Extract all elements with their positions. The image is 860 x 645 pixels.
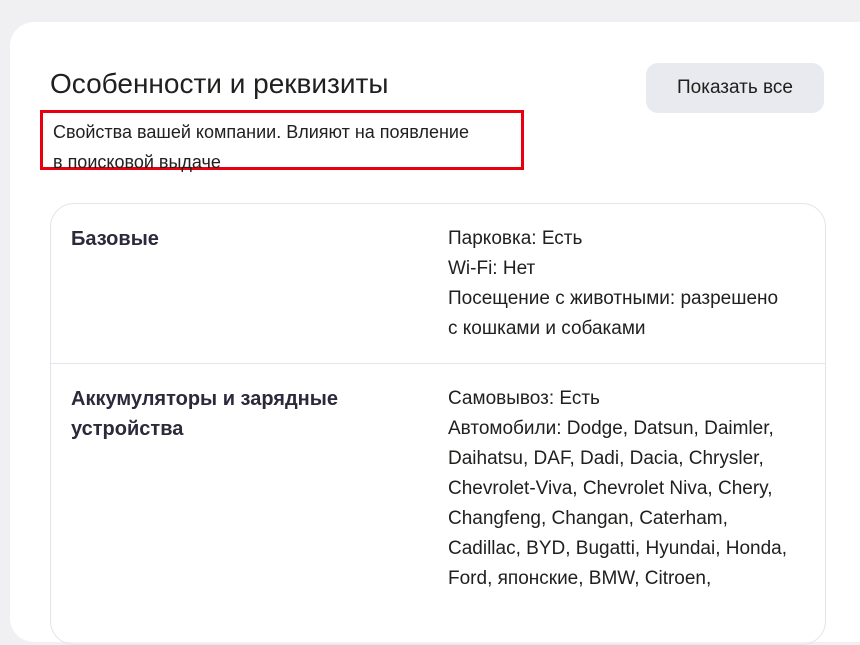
property-value: Wi-Fi: Нет [448, 258, 536, 279]
property-value: Changfeng, Changan, Caterham, [448, 508, 728, 529]
property-value: Парковка: Есть [448, 228, 583, 249]
property-value: с кошками и собаками [448, 318, 646, 339]
group-values: Парковка: Есть Wi-Fi: Нет Посещение с жи… [448, 224, 808, 344]
group-name: Аккумуляторы и зарядные устройства [71, 384, 391, 444]
subtitle-line: Свойства вашей компании. Влияют на появл… [53, 122, 469, 142]
property-value: Автомобили: Dodge, Datsun, Daimler, [448, 418, 774, 439]
features-card: Особенности и реквизиты Свойства вашей к… [10, 22, 860, 645]
show-all-button[interactable]: Показать все [646, 63, 824, 113]
group-name-line: устройства [71, 418, 184, 440]
group-name: Базовые [71, 228, 159, 250]
property-value: Посещение с животными: разрешено [448, 288, 779, 309]
property-value: Daihatsu, DAF, Dadi, Dacia, Chrysler, [448, 448, 764, 469]
property-value: Chevrolet-Viva, Chevrolet Niva, Chery, [448, 478, 773, 499]
section-title: Особенности и реквизиты [50, 68, 389, 99]
group-values: Самовывоз: Есть Автомобили: Dodge, Datsu… [448, 384, 808, 594]
section-subtitle-highlighted: Свойства вашей компании. Влияют на появл… [40, 110, 524, 172]
subtitle-line: в поисковой выдаче [53, 152, 221, 172]
properties-table: Базовые Парковка: Есть Wi-Fi: Нет Посеще… [50, 203, 826, 645]
property-group-batteries: Аккумуляторы и зарядные устройства Самов… [51, 364, 825, 644]
group-name-line: Аккумуляторы и зарядные [71, 388, 338, 410]
property-value: Ford, японские, BMW, Citroen, [448, 568, 712, 589]
property-value: Самовывоз: Есть [448, 388, 600, 409]
property-group-basic: Базовые Парковка: Есть Wi-Fi: Нет Посеще… [51, 204, 825, 364]
property-value: Cadillac, BYD, Bugatti, Hyundai, Honda, [448, 538, 788, 559]
